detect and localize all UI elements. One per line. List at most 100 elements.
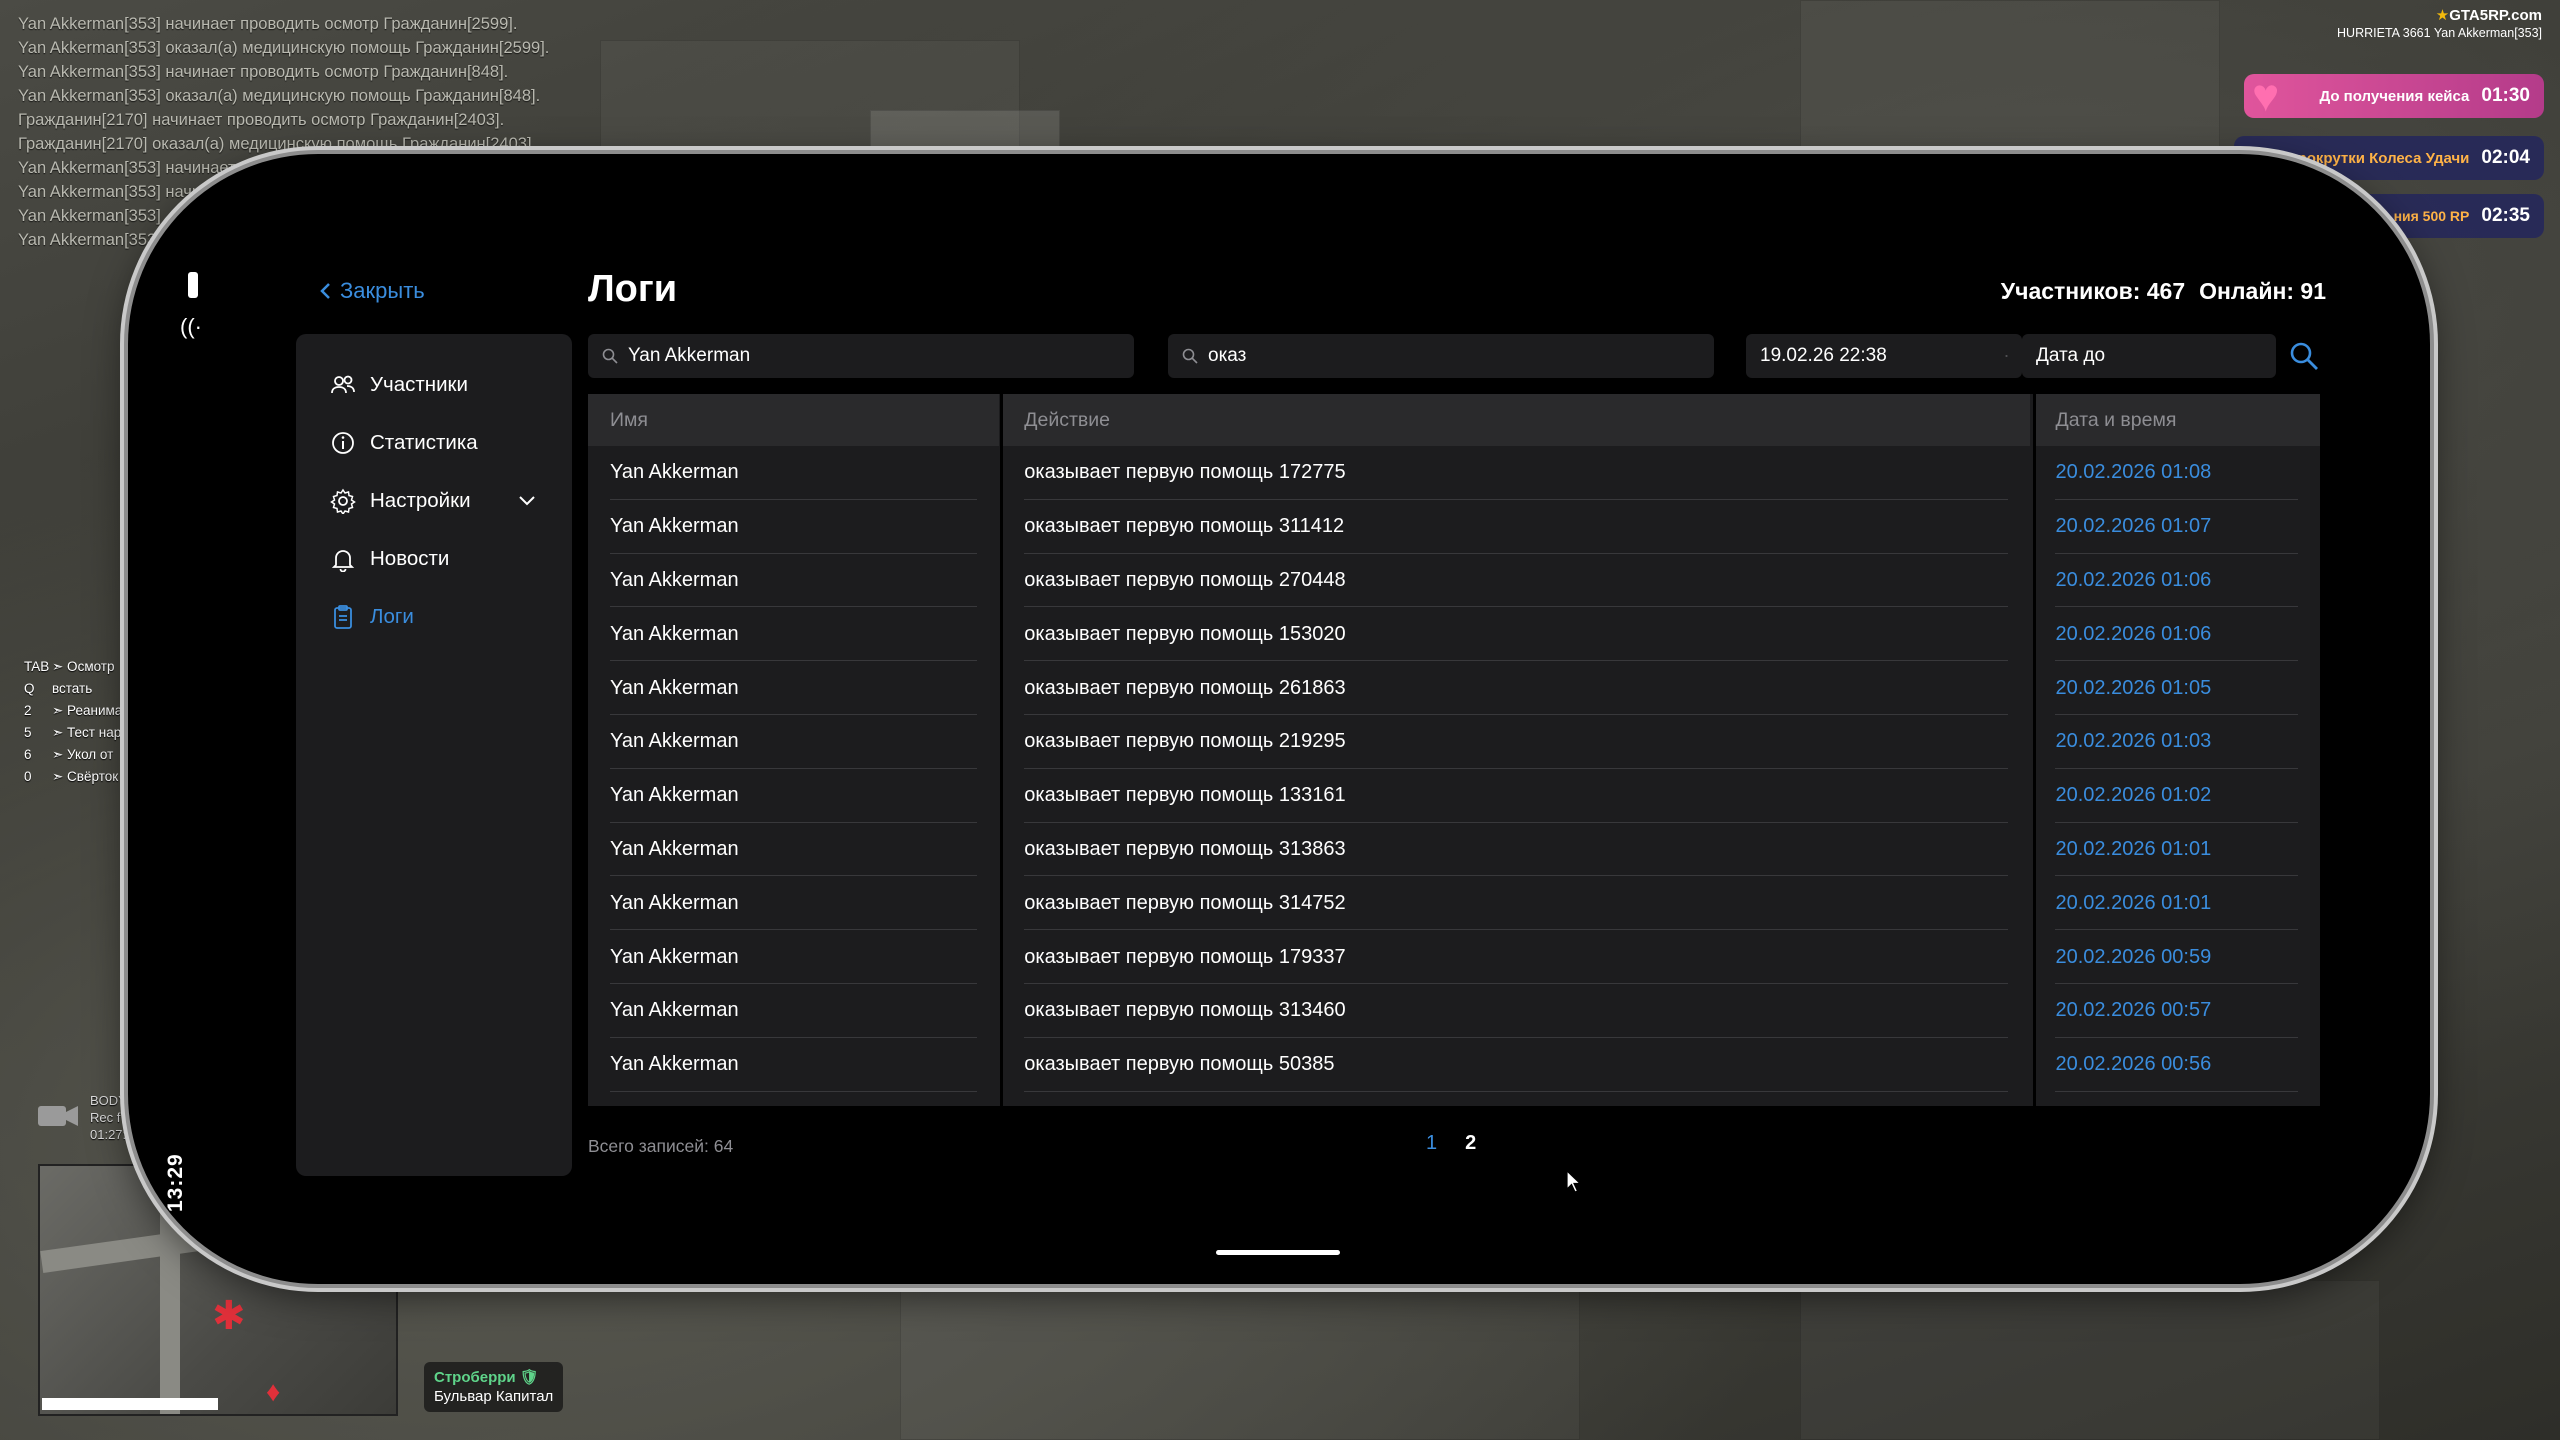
star-icon: ★ bbox=[2435, 7, 2450, 24]
tablet-device: ((· 13:29 Закрыть Участники Статистика Н… bbox=[128, 154, 2430, 1284]
cell-datetime: 20.02.2026 01:06 bbox=[2033, 607, 2320, 661]
case-timer-time: 01:30 bbox=[2481, 85, 2530, 106]
action-filter-input[interactable] bbox=[1208, 345, 1714, 367]
cell-name: Yan Akkerman bbox=[588, 607, 999, 661]
heart-icon: ♥ bbox=[2252, 69, 2280, 121]
table-row[interactable]: Yan Akkerman оказывает первую помощь 3134… bbox=[588, 984, 2320, 1038]
cell-name: Yan Akkerman bbox=[588, 446, 999, 500]
cell-datetime: 20.02.2026 01:03 bbox=[2033, 715, 2320, 769]
cell-datetime: 20.02.2026 00:57 bbox=[2033, 984, 2320, 1038]
cell-name: Yan Akkerman bbox=[588, 876, 999, 930]
cell-action: оказывает первую помощь 313460 bbox=[1002, 984, 2030, 1038]
sidebar-item-members[interactable]: Участники bbox=[296, 356, 572, 414]
column-header-datetime[interactable]: Дата и время bbox=[2033, 394, 2320, 446]
table-row[interactable]: Yan Akkerman оказывает первую помощь 1331… bbox=[588, 769, 2320, 823]
date-from-filter bbox=[1746, 334, 2022, 378]
key-hint: 6 ➣ Укол от bbox=[24, 747, 114, 762]
table-row[interactable]: Yan Akkerman оказывает первую помощь 3138… bbox=[588, 823, 2320, 877]
health-bar bbox=[42, 1398, 218, 1410]
sidebar-item-logs[interactable]: Логи bbox=[296, 588, 572, 646]
column-header-name[interactable]: Имя bbox=[588, 394, 1000, 446]
cell-name: Yan Akkerman bbox=[588, 500, 999, 554]
chat-line: Гражданин[2170] оказал(а) медицинскую по… bbox=[18, 135, 537, 153]
sidebar-item-label: Новости bbox=[370, 547, 450, 570]
table-row[interactable]: Yan Akkerman оказывает первую помощь 1727… bbox=[588, 446, 2320, 500]
key-hint: 5 ➣ Тест нар bbox=[24, 725, 122, 740]
sidebar-item-settings[interactable]: Настройки bbox=[296, 472, 572, 530]
close-button-label: Закрыть bbox=[340, 278, 425, 303]
cell-datetime: 20.02.2026 01:01 bbox=[2033, 823, 2320, 877]
search-icon[interactable] bbox=[2288, 340, 2320, 372]
page-title: Логи bbox=[588, 268, 678, 310]
battery-icon bbox=[188, 272, 198, 298]
action-filter bbox=[1168, 334, 1714, 378]
table-row[interactable]: Yan Akkerman оказывает первую помощь 5038… bbox=[588, 1038, 2320, 1092]
chevron-left-icon bbox=[320, 283, 330, 299]
date-from-input[interactable] bbox=[1760, 345, 2005, 367]
location-panel: Строберри 🛡 Бульвар Капитал bbox=[424, 1362, 564, 1412]
online-count: Онлайн: 91 bbox=[2199, 278, 2326, 304]
page-button-1[interactable]: 1 bbox=[1426, 1132, 1437, 1155]
table-row[interactable]: Yan Akkerman оказывает первую помощь 1793… bbox=[588, 930, 2320, 984]
table-row[interactable]: Yan Akkerman оказывает первую помощь 2618… bbox=[588, 661, 2320, 715]
pagination: 1 2 bbox=[1426, 1132, 1476, 1155]
table-body: Yan Akkerman оказывает первую помощь 1727… bbox=[588, 446, 2320, 1092]
cell-action: оказывает первую помощь 50385 bbox=[1002, 1038, 2030, 1092]
bodycam-indicator: BODY Rec f 01:27: bbox=[38, 1092, 127, 1143]
cell-datetime: 20.02.2026 00:56 bbox=[2033, 1038, 2320, 1092]
sidebar-item-news[interactable]: Новости bbox=[296, 530, 572, 588]
cell-action: оказывает первую помощь 153020 bbox=[1002, 607, 2030, 661]
location-zone: Строберри 🛡 bbox=[434, 1369, 539, 1386]
cell-action: оказывает первую помощь 314752 bbox=[1002, 876, 2030, 930]
rp-timer-label: ния 500 RP bbox=[2393, 208, 2470, 224]
key-hints: TAB ➣ Осмотр Qвстать 2 ➣ Реанима 5 ➣ Тест н… bbox=[24, 656, 122, 788]
table-row[interactable]: Yan Akkerman оказывает первую помощь 2704… bbox=[588, 554, 2320, 608]
cell-name: Yan Akkerman bbox=[588, 554, 999, 608]
table-header: Имя Действие Дата и время bbox=[588, 394, 2320, 446]
player-info: HURRIETA 3661 Yan Akkerman[353] bbox=[2337, 26, 2542, 40]
gem-icon: ♦ bbox=[266, 1376, 281, 1407]
cell-datetime: 20.02.2026 01:02 bbox=[2033, 769, 2320, 823]
table-scrollbar[interactable] bbox=[2315, 446, 2320, 1106]
table-row[interactable]: Yan Akkerman оказывает первую помощь 3147… bbox=[588, 876, 2320, 930]
close-button[interactable]: Закрыть bbox=[318, 278, 425, 304]
cell-datetime: 20.02.2026 01:08 bbox=[2033, 446, 2320, 500]
page-button-2[interactable]: 2 bbox=[1465, 1132, 1476, 1155]
total-records: Всего записей: 64 bbox=[588, 1136, 734, 1156]
cell-action: оказывает первую помощь 179337 bbox=[1002, 930, 2030, 984]
case-timer: ♥ До получения кейса 01:30 bbox=[2244, 69, 2544, 121]
device-status-bar: ((· 13:29 bbox=[164, 272, 218, 1212]
cell-datetime: 20.02.2026 01:01 bbox=[2033, 876, 2320, 930]
name-filter-input[interactable] bbox=[628, 345, 1134, 367]
clear-icon[interactable] bbox=[2005, 346, 2008, 366]
world-object bbox=[1800, 0, 2220, 150]
chat-line: Yan Akkerman[353] начинает проводить осм… bbox=[18, 15, 518, 33]
signal-icon: ((· bbox=[180, 314, 202, 339]
key-hint: TAB ➣ Осмотр bbox=[24, 659, 115, 674]
wheel-timer-time: 02:04 bbox=[2481, 147, 2530, 168]
sidebar-item-statistics[interactable]: Статистика bbox=[296, 414, 572, 472]
table-row[interactable]: Yan Akkerman оказывает первую помощь 3114… bbox=[588, 500, 2320, 554]
home-indicator[interactable] bbox=[1216, 1250, 1340, 1255]
cell-action: оказывает первую помощь 270448 bbox=[1002, 554, 2030, 608]
mouse-cursor-icon bbox=[1566, 1170, 1582, 1193]
gear-icon bbox=[328, 486, 358, 516]
chevron-down-icon[interactable] bbox=[518, 495, 536, 507]
name-filter bbox=[588, 334, 1134, 378]
column-header-action[interactable]: Действие bbox=[1002, 394, 2031, 446]
cell-action: оказывает первую помощь 172775 bbox=[1002, 446, 2030, 500]
sidebar: Участники Статистика Настройки Новости Л… bbox=[296, 334, 572, 1176]
cell-name: Yan Akkerman bbox=[588, 715, 999, 769]
cell-datetime: 20.02.2026 00:59 bbox=[2033, 930, 2320, 984]
chat-line: Yan Akkerman[353] оказал(а) медицинскую … bbox=[18, 39, 550, 57]
table-row[interactable]: Yan Akkerman оказывает первую помощь 2192… bbox=[588, 715, 2320, 769]
location-street: Бульвар Капитал bbox=[434, 1388, 554, 1405]
search-icon bbox=[1182, 348, 1198, 364]
date-to-filter bbox=[2022, 334, 2281, 378]
member-counters: Участников: 467 Онлайн: 91 bbox=[2001, 278, 2326, 305]
cell-datetime: 20.02.2026 01:07 bbox=[2033, 500, 2320, 554]
cell-name: Yan Akkerman bbox=[588, 769, 999, 823]
bell-icon bbox=[328, 544, 358, 574]
date-to-input[interactable] bbox=[2036, 345, 2281, 367]
table-row[interactable]: Yan Akkerman оказывает первую помощь 1530… bbox=[588, 607, 2320, 661]
